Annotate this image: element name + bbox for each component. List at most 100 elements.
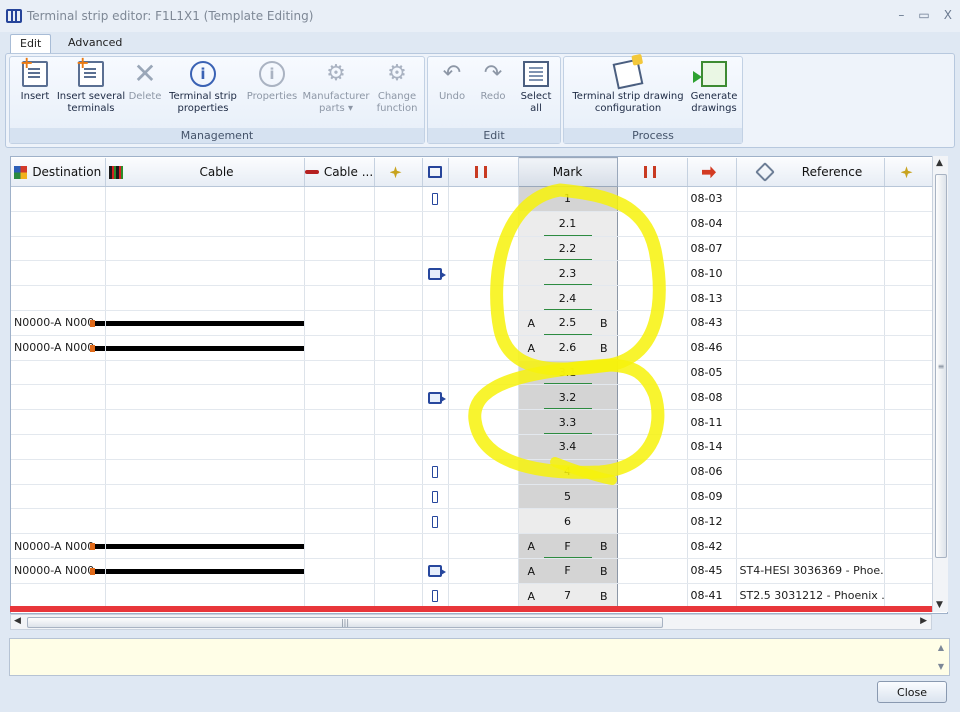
bridge-right-cell[interactable] bbox=[617, 186, 688, 212]
insert-several-terminals-button[interactable]: Insert several terminals bbox=[56, 57, 126, 115]
destination-cell[interactable] bbox=[11, 186, 106, 212]
destination-cell[interactable] bbox=[11, 459, 106, 485]
minimize-button[interactable]: – bbox=[898, 8, 904, 22]
terminal-strip-properties-button[interactable]: i Terminal strip properties bbox=[165, 61, 241, 115]
col-bridge-right[interactable] bbox=[617, 157, 688, 187]
table-row[interactable]: 4 08-06 bbox=[11, 459, 935, 485]
cable2-cell[interactable] bbox=[304, 335, 375, 361]
destination-cell[interactable] bbox=[11, 583, 106, 609]
cable2-cell[interactable] bbox=[304, 409, 375, 435]
mark-cell[interactable]: 4 bbox=[517, 459, 618, 485]
cable-cell[interactable] bbox=[105, 484, 305, 510]
tab-edit[interactable]: Edit bbox=[10, 34, 52, 54]
reference-cell[interactable] bbox=[736, 285, 885, 311]
jumper2-cell[interactable] bbox=[884, 583, 935, 609]
jumper-cell[interactable] bbox=[374, 533, 423, 559]
close-window-button[interactable]: X bbox=[944, 8, 952, 22]
destination-cell[interactable] bbox=[11, 236, 106, 262]
terminal-type-cell[interactable] bbox=[422, 335, 449, 361]
table-row[interactable]: 3.4 08-14 bbox=[11, 434, 935, 460]
cable-cell[interactable] bbox=[105, 533, 305, 559]
connection-point-cell[interactable]: 08-45 bbox=[687, 558, 737, 584]
jumper-cell[interactable] bbox=[374, 484, 423, 510]
bridge-left-cell[interactable] bbox=[448, 335, 519, 361]
jumper-cell[interactable] bbox=[374, 260, 423, 287]
bridge-right-cell[interactable] bbox=[617, 484, 688, 510]
cable-cell[interactable] bbox=[105, 335, 305, 361]
reference-cell[interactable] bbox=[736, 484, 885, 510]
col-bridge-left[interactable] bbox=[448, 157, 519, 187]
table-row[interactable]: 7 A B 08-41 ST2.5 3031212 - Phoenix ... bbox=[11, 583, 935, 609]
terminal-type-cell[interactable] bbox=[422, 360, 449, 386]
message-scroll-down-icon[interactable]: ▼ bbox=[938, 662, 944, 671]
reference-cell[interactable] bbox=[736, 434, 885, 460]
table-row[interactable]: 3.3 08-11 bbox=[11, 409, 935, 435]
jumper2-cell[interactable] bbox=[884, 310, 935, 336]
bridge-left-cell[interactable] bbox=[448, 360, 519, 386]
generate-drawings-button[interactable]: Generate drawings bbox=[688, 61, 740, 115]
jumper-cell[interactable] bbox=[374, 508, 423, 535]
cable-cell[interactable] bbox=[105, 310, 305, 336]
scroll-right-icon[interactable]: ▶ bbox=[920, 616, 927, 626]
bridge-right-cell[interactable] bbox=[617, 211, 688, 237]
jumper-cell[interactable] bbox=[374, 384, 423, 411]
jumper-cell[interactable] bbox=[374, 583, 423, 609]
col-connection-point[interactable] bbox=[687, 157, 737, 187]
bridge-left-cell[interactable] bbox=[448, 508, 519, 535]
bridge-right-cell[interactable] bbox=[617, 260, 688, 287]
cable-cell[interactable] bbox=[105, 583, 305, 609]
restore-button[interactable]: ▭ bbox=[918, 8, 929, 22]
connection-point-cell[interactable]: 08-10 bbox=[687, 260, 737, 287]
destination-cell[interactable] bbox=[11, 260, 106, 287]
cable2-cell[interactable] bbox=[304, 434, 375, 460]
terminal-type-cell[interactable] bbox=[422, 285, 449, 311]
table-row[interactable]: 2.3 08-10 bbox=[11, 260, 935, 287]
jumper-cell[interactable] bbox=[374, 409, 423, 435]
jumper2-cell[interactable] bbox=[884, 285, 935, 311]
bridge-left-cell[interactable] bbox=[448, 236, 519, 262]
destination-cell[interactable] bbox=[11, 409, 106, 435]
terminal-type-cell[interactable] bbox=[422, 558, 449, 584]
mark-cell[interactable]: 2.4 bbox=[517, 285, 618, 311]
delete-button[interactable]: ✕ Delete bbox=[126, 60, 164, 103]
bridge-left-cell[interactable] bbox=[448, 558, 519, 584]
jumper2-cell[interactable] bbox=[884, 360, 935, 386]
bridge-left-cell[interactable] bbox=[448, 260, 519, 287]
cable2-cell[interactable] bbox=[304, 583, 375, 609]
table-row[interactable]: N0000-A N000 2.6 A B 08-46 bbox=[11, 335, 935, 361]
tab-advanced[interactable]: Advanced bbox=[59, 34, 131, 54]
cable-cell[interactable] bbox=[105, 260, 305, 287]
jumper2-cell[interactable] bbox=[884, 409, 935, 435]
reference-cell[interactable] bbox=[736, 384, 885, 411]
jumper-cell[interactable] bbox=[374, 186, 423, 212]
destination-cell[interactable] bbox=[11, 434, 106, 460]
destination-cell[interactable]: N0000-A N000 bbox=[11, 558, 106, 584]
col-cable-2[interactable]: Cable ... bbox=[304, 157, 375, 187]
terminal-grid[interactable]: Destination Cable Cable ... Mark Referen… bbox=[10, 156, 948, 614]
reference-cell[interactable] bbox=[736, 335, 885, 361]
col-terminal-type[interactable] bbox=[422, 157, 449, 187]
reference-cell[interactable] bbox=[736, 211, 885, 237]
jumper2-cell[interactable] bbox=[884, 533, 935, 559]
destination-cell[interactable] bbox=[11, 360, 106, 386]
jumper-cell[interactable] bbox=[374, 335, 423, 361]
terminal-type-cell[interactable] bbox=[422, 508, 449, 535]
cable2-cell[interactable] bbox=[304, 260, 375, 287]
cable-cell[interactable] bbox=[105, 236, 305, 262]
bridge-left-cell[interactable] bbox=[448, 211, 519, 237]
table-row[interactable]: 2.4 08-13 bbox=[11, 285, 935, 311]
cable-cell[interactable] bbox=[105, 285, 305, 311]
cable2-cell[interactable] bbox=[304, 186, 375, 212]
cable2-cell[interactable] bbox=[304, 459, 375, 485]
jumper2-cell[interactable] bbox=[884, 459, 935, 485]
cable-cell[interactable] bbox=[105, 384, 305, 411]
mark-cell[interactable]: 2.3 bbox=[517, 260, 618, 287]
bridge-left-cell[interactable] bbox=[448, 384, 519, 411]
bridge-left-cell[interactable] bbox=[448, 285, 519, 311]
connection-point-cell[interactable]: 08-14 bbox=[687, 434, 737, 460]
jumper2-cell[interactable] bbox=[884, 558, 935, 584]
connection-point-cell[interactable]: 08-43 bbox=[687, 310, 737, 336]
jumper2-cell[interactable] bbox=[884, 508, 935, 535]
connection-point-cell[interactable]: 08-04 bbox=[687, 211, 737, 237]
col-jumper-2[interactable] bbox=[884, 157, 935, 187]
